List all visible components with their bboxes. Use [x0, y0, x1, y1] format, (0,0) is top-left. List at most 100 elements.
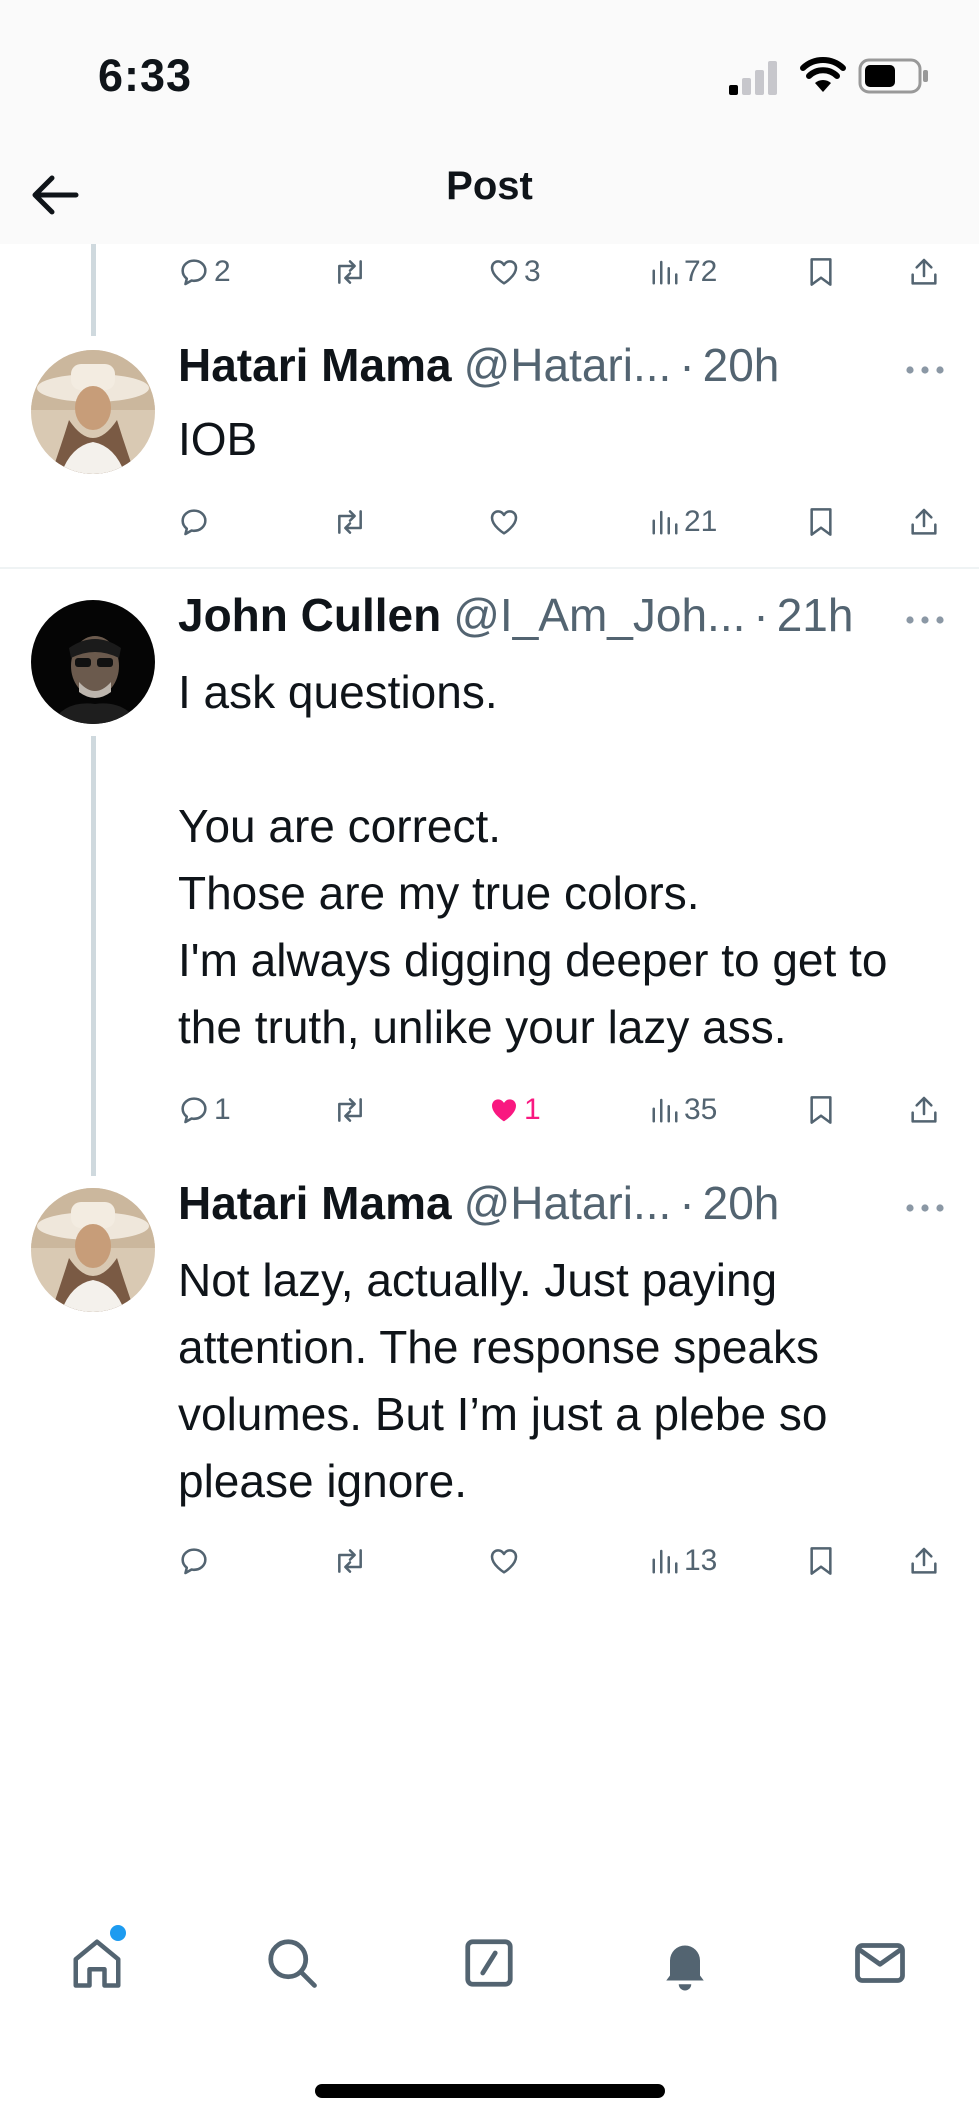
- divider: [0, 567, 979, 569]
- bookmark-icon: [810, 1547, 832, 1575]
- heart-filled-icon: [492, 1099, 516, 1122]
- post-header: Hatari Mama @Hatari... · 20h: [178, 1176, 878, 1236]
- views-count: 35: [684, 1093, 718, 1126]
- tab-bar: [0, 1900, 979, 2020]
- views-icon: [652, 1549, 678, 1574]
- tab-compose[interactable]: [454, 1928, 524, 1998]
- post-actions: 13: [178, 1536, 948, 1586]
- thread-line: [91, 736, 96, 1176]
- post-time[interactable]: 20h: [703, 338, 780, 392]
- more-icon[interactable]: [900, 1193, 950, 1223]
- display-name[interactable]: Hatari Mama: [178, 338, 452, 392]
- views-button[interactable]: 72: [650, 247, 717, 297]
- heart-icon: [490, 260, 518, 285]
- signal-icon: [729, 61, 777, 95]
- views-icon: [652, 510, 678, 535]
- post-actions: 1 1 35: [178, 1085, 948, 1135]
- avatar[interactable]: [31, 350, 155, 474]
- reply-button[interactable]: [178, 497, 210, 547]
- more-icon[interactable]: [900, 605, 950, 635]
- share-icon: [911, 1096, 937, 1123]
- display-name[interactable]: John Cullen: [178, 588, 441, 642]
- retweet-icon: [338, 260, 362, 284]
- wifi-icon: [800, 57, 846, 92]
- bookmark-button[interactable]: [806, 1085, 836, 1135]
- retweet-button[interactable]: [332, 1536, 368, 1586]
- user-handle[interactable]: @I_Am_Joh...: [453, 588, 745, 642]
- post-text: Not lazy, actually. Just paying attentio…: [178, 1254, 828, 1507]
- post-header: John Cullen @I_Am_Joh... · 21h: [178, 588, 878, 648]
- status-bar: 6:33: [0, 0, 979, 150]
- retweet-button[interactable]: [332, 247, 368, 297]
- post-time[interactable]: 20h: [703, 1176, 780, 1230]
- retweet-button[interactable]: [332, 1085, 368, 1135]
- share-icon: [911, 508, 937, 535]
- bookmark-icon: [810, 258, 832, 286]
- share-button[interactable]: [908, 497, 940, 547]
- post-text: IOB: [178, 413, 258, 465]
- reply-button[interactable]: 1: [178, 1085, 231, 1135]
- heart-icon: [490, 510, 518, 535]
- share-button[interactable]: [908, 1536, 940, 1586]
- views-count: 72: [684, 255, 718, 288]
- reply-count: 2: [214, 255, 231, 288]
- like-button[interactable]: 3: [488, 247, 541, 297]
- retweet-icon: [338, 510, 362, 534]
- like-button[interactable]: 1: [488, 1085, 541, 1135]
- views-count: 13: [684, 1544, 718, 1577]
- views-button[interactable]: 21: [650, 497, 717, 547]
- like-count: 3: [524, 255, 541, 288]
- reply-icon: [181, 1548, 207, 1575]
- reply-icon: [181, 1097, 207, 1124]
- home-unread-dot: [110, 1925, 126, 1941]
- home-icon: [73, 1939, 121, 1988]
- bookmark-button[interactable]: [806, 497, 836, 547]
- avatar[interactable]: [31, 600, 155, 724]
- share-icon: [911, 258, 937, 285]
- compose-icon: [465, 1939, 513, 1987]
- post-text: I ask questions. You are correct. Those …: [178, 666, 888, 1053]
- share-icon: [911, 1547, 937, 1574]
- separator-dot: ·: [753, 589, 769, 641]
- reply-icon: [181, 259, 207, 286]
- like-count: 1: [524, 1093, 541, 1126]
- tab-messages[interactable]: [845, 1928, 915, 1998]
- bookmark-icon: [810, 1096, 832, 1124]
- like-button[interactable]: [488, 1536, 520, 1586]
- views-icon: [652, 260, 678, 285]
- reply-icon: [181, 509, 207, 536]
- separator-dot: ·: [679, 339, 695, 391]
- reply-count: 1: [214, 1093, 231, 1126]
- user-handle[interactable]: @Hatari...: [464, 338, 672, 392]
- battery-icon: [858, 58, 928, 94]
- bookmark-button[interactable]: [806, 247, 836, 297]
- views-icon: [652, 1098, 678, 1123]
- share-button[interactable]: [908, 247, 940, 297]
- like-button[interactable]: [488, 497, 520, 547]
- heart-icon: [490, 1549, 518, 1574]
- post-header: Hatari Mama @Hatari... · 20h: [178, 338, 878, 398]
- retweet-icon: [338, 1549, 362, 1573]
- views-button[interactable]: 35: [650, 1085, 717, 1135]
- post-actions: 21: [178, 497, 948, 547]
- views-count: 21: [684, 505, 718, 538]
- more-icon[interactable]: [900, 355, 950, 385]
- share-button[interactable]: [908, 1085, 940, 1135]
- post-time[interactable]: 21h: [777, 588, 854, 642]
- home-indicator[interactable]: [315, 2084, 665, 2098]
- views-button[interactable]: 13: [650, 1536, 717, 1586]
- avatar[interactable]: [31, 1188, 155, 1312]
- user-handle[interactable]: @Hatari...: [464, 1176, 672, 1230]
- display-name[interactable]: Hatari Mama: [178, 1176, 452, 1230]
- reply-button[interactable]: [178, 1536, 210, 1586]
- tab-notifications[interactable]: [650, 1928, 720, 1998]
- retweet-icon: [338, 1098, 362, 1122]
- bell-icon: [666, 1945, 704, 1991]
- reply-button[interactable]: 2: [178, 247, 231, 297]
- status-time: 6:33: [98, 50, 193, 101]
- bookmark-button[interactable]: [806, 1536, 836, 1586]
- page-title: Post: [446, 164, 533, 208]
- retweet-button[interactable]: [332, 497, 368, 547]
- header: Post: [0, 150, 979, 244]
- tab-search[interactable]: [257, 1928, 327, 1998]
